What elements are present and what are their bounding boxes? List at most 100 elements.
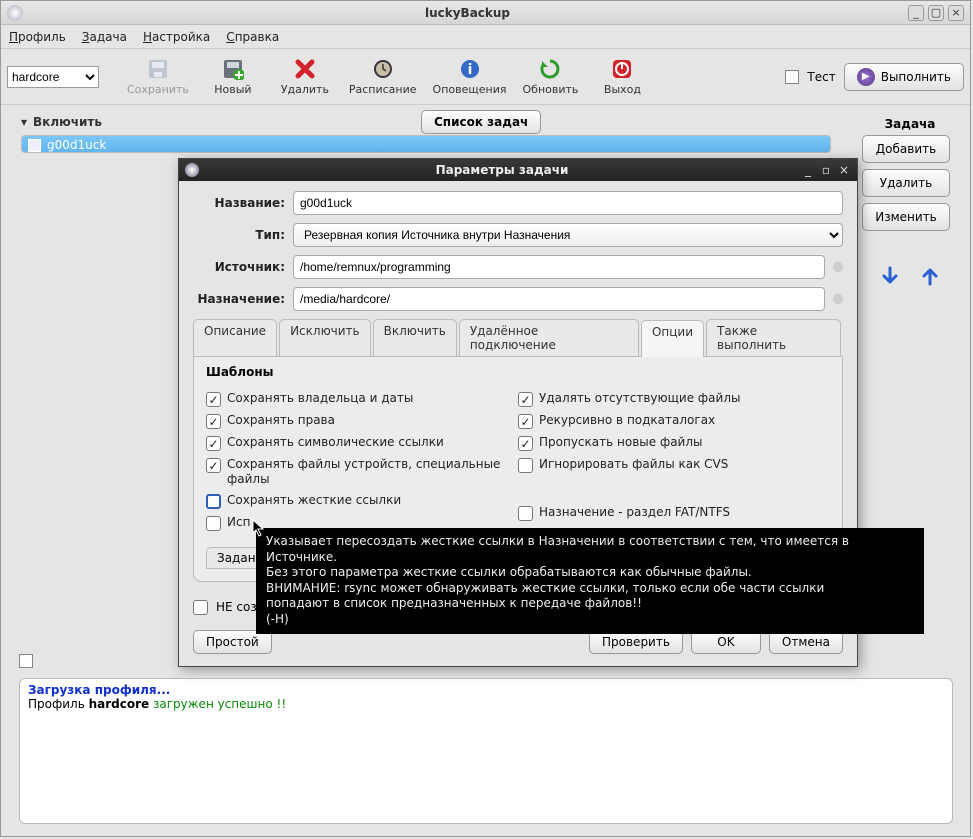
delete-button[interactable]: Удалить <box>277 57 333 96</box>
tab-options[interactable]: Опции <box>641 320 704 357</box>
check-button[interactable]: Проверить <box>589 630 683 654</box>
name-label: Название: <box>193 196 285 210</box>
refresh-button[interactable]: Обновить <box>522 57 578 96</box>
log-panel: Загрузка профиля... Профиль hardcore заг… <box>19 678 953 824</box>
cb-use[interactable] <box>206 516 221 531</box>
dialog-close-icon[interactable]: × <box>837 163 851 177</box>
lbl-owner: Сохранять владельца и даты <box>227 391 413 406</box>
exit-button[interactable]: Выход <box>594 57 650 96</box>
lbl-devices: Сохранять файлы устройств, специальные ф… <box>227 457 518 487</box>
tooltip: Указывает пересоздать жесткие ссылки в Н… <box>256 528 924 634</box>
dialog-minimize-icon[interactable]: _ <box>801 163 815 177</box>
toolbar: hardcore Сохранить Новый Удалить Расписа… <box>1 49 970 105</box>
tab-remote[interactable]: Удалённое подключение <box>459 319 639 356</box>
task-checkbox[interactable] <box>28 139 41 152</box>
maximize-icon[interactable]: ▢ <box>928 5 944 21</box>
include-toggle[interactable]: ▾ Включить <box>21 115 102 129</box>
tab-include[interactable]: Включить <box>373 319 457 356</box>
delete-task-button[interactable]: Удалить <box>862 169 950 197</box>
tab-description[interactable]: Описание <box>193 319 277 356</box>
log-loading: Загрузка профиля... <box>28 683 944 697</box>
cb-devices[interactable] <box>206 458 221 473</box>
menu-help[interactable]: Справка <box>226 30 279 44</box>
dialog-titlebar: Параметры задачи _ ▫ × <box>179 159 857 181</box>
lbl-symlinks: Сохранять символические ссылки <box>227 435 444 450</box>
chevron-down-icon: ▾ <box>21 115 27 129</box>
alerts-button[interactable]: i Оповещения <box>433 57 507 96</box>
tabbar: Описание Исключить Включить Удалённое по… <box>193 319 843 357</box>
cb-ignore-cvs[interactable] <box>518 458 533 473</box>
lbl-hardlinks: Сохранять жесткие ссылки <box>227 493 401 508</box>
simple-button[interactable]: Простой <box>193 630 272 654</box>
tab-also-run[interactable]: Также выполнить <box>706 319 841 356</box>
type-select[interactable]: Резервная копия Источника внутри Назначе… <box>293 223 843 247</box>
save-icon <box>146 57 170 81</box>
main-area: ▾ Включить Список задач g00d1uck <box>1 105 970 163</box>
src-label: Источник: <box>193 260 285 274</box>
task-list[interactable]: g00d1uck <box>21 135 831 153</box>
profile-select[interactable]: hardcore <box>7 66 99 88</box>
task-list-header[interactable]: Список задач <box>421 110 541 134</box>
menubar: Профиль Задача Настройка Справка <box>1 25 970 49</box>
new-icon <box>221 57 245 81</box>
cb-recursive[interactable] <box>518 414 533 429</box>
svg-text:i: i <box>467 62 472 78</box>
run-button[interactable]: ▶ Выполнить <box>844 63 964 91</box>
edit-task-button[interactable]: Изменить <box>862 203 950 231</box>
power-icon <box>610 57 634 81</box>
cb-del-missing[interactable] <box>518 392 533 407</box>
lbl-del-missing: Удалять отсутствующие файлы <box>539 391 740 406</box>
lbl-skip-new: Пропускать новые файлы <box>539 435 703 450</box>
dialog-icon <box>185 163 199 177</box>
src-input[interactable] <box>293 255 825 279</box>
test-label: Тест <box>807 70 835 84</box>
lbl-use: Исп <box>227 515 250 530</box>
cancel-button[interactable]: Отмена <box>769 630 843 654</box>
lbl-ignore-cvs: Игнорировать файлы как CVS <box>539 457 728 472</box>
side-panel: Задача Добавить Удалить Изменить <box>862 117 958 287</box>
dst-label: Назначение: <box>193 292 285 306</box>
add-task-button[interactable]: Добавить <box>862 135 950 163</box>
task-name: g00d1uck <box>47 138 106 152</box>
dst-browse-icon[interactable] <box>833 294 843 304</box>
cb-symlinks[interactable] <box>206 436 221 451</box>
window-title: luckyBackup <box>31 6 904 20</box>
cb-fat[interactable] <box>518 506 533 521</box>
save-button[interactable]: Сохранить <box>127 57 189 96</box>
clock-icon <box>371 57 395 81</box>
app-icon <box>7 5 23 21</box>
menu-settings[interactable]: Настройка <box>143 30 210 44</box>
dialog-maximize-icon[interactable]: ▫ <box>819 163 833 177</box>
close-icon[interactable]: × <box>948 5 964 21</box>
src-browse-icon[interactable] <box>833 262 843 272</box>
play-icon: ▶ <box>857 68 875 86</box>
dst-input[interactable] <box>293 287 825 311</box>
bottom-checkbox[interactable] <box>19 654 33 668</box>
ok-button[interactable]: OK <box>691 630 761 654</box>
cb-hardlinks[interactable] <box>206 494 221 509</box>
task-row[interactable]: g00d1uck <box>22 136 830 153</box>
arrow-down-icon[interactable] <box>879 265 901 287</box>
arrow-up-icon[interactable] <box>919 265 941 287</box>
refresh-icon <box>538 57 562 81</box>
cb-skip-new[interactable] <box>518 436 533 451</box>
alert-icon: i <box>458 57 482 81</box>
test-checkbox[interactable] <box>785 70 799 84</box>
tab-exclude[interactable]: Исключить <box>279 319 371 356</box>
menu-profile[interactable]: Профиль <box>9 30 66 44</box>
name-input[interactable] <box>293 191 843 215</box>
minimize-icon[interactable]: _ <box>908 5 924 21</box>
cb-no-subdir[interactable] <box>193 600 208 615</box>
delete-icon <box>293 57 317 81</box>
schedule-button[interactable]: Расписание <box>349 57 417 96</box>
lbl-fat: Назначение - раздел FAT/NTFS <box>539 505 730 520</box>
cb-perms[interactable] <box>206 414 221 429</box>
lbl-recursive: Рекурсивно в подкаталогах <box>539 413 715 428</box>
lbl-perms: Сохранять права <box>227 413 335 428</box>
templates-group-title: Шаблоны <box>206 365 830 379</box>
menu-task[interactable]: Задача <box>82 30 127 44</box>
log-line: Профиль hardcore загружен успешно !! <box>28 697 944 711</box>
cb-owner[interactable] <box>206 392 221 407</box>
new-button[interactable]: Новый <box>205 57 261 96</box>
side-title: Задача <box>862 117 958 131</box>
